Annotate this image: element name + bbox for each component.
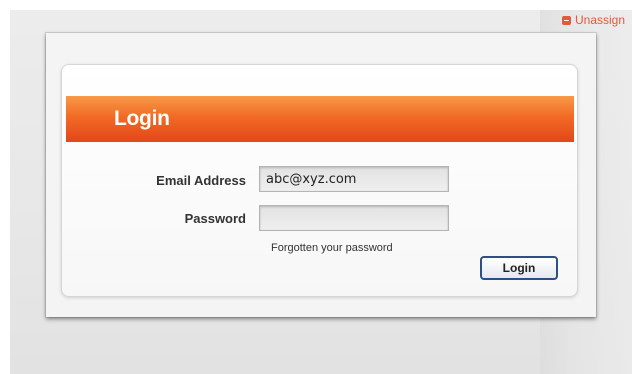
unassign-link[interactable]: Unassign (562, 10, 625, 30)
login-title: Login (114, 107, 170, 130)
password-label: Password (184, 211, 246, 226)
forgot-password-link[interactable]: Forgotten your password (271, 242, 393, 254)
email-label: Email Address (156, 173, 246, 188)
email-field[interactable] (259, 166, 449, 192)
login-header: Login (66, 96, 574, 142)
minus-square-icon (562, 15, 571, 25)
unassign-label: Unassign (575, 13, 626, 27)
login-button[interactable]: Login (480, 256, 558, 280)
password-field[interactable] (259, 205, 449, 231)
